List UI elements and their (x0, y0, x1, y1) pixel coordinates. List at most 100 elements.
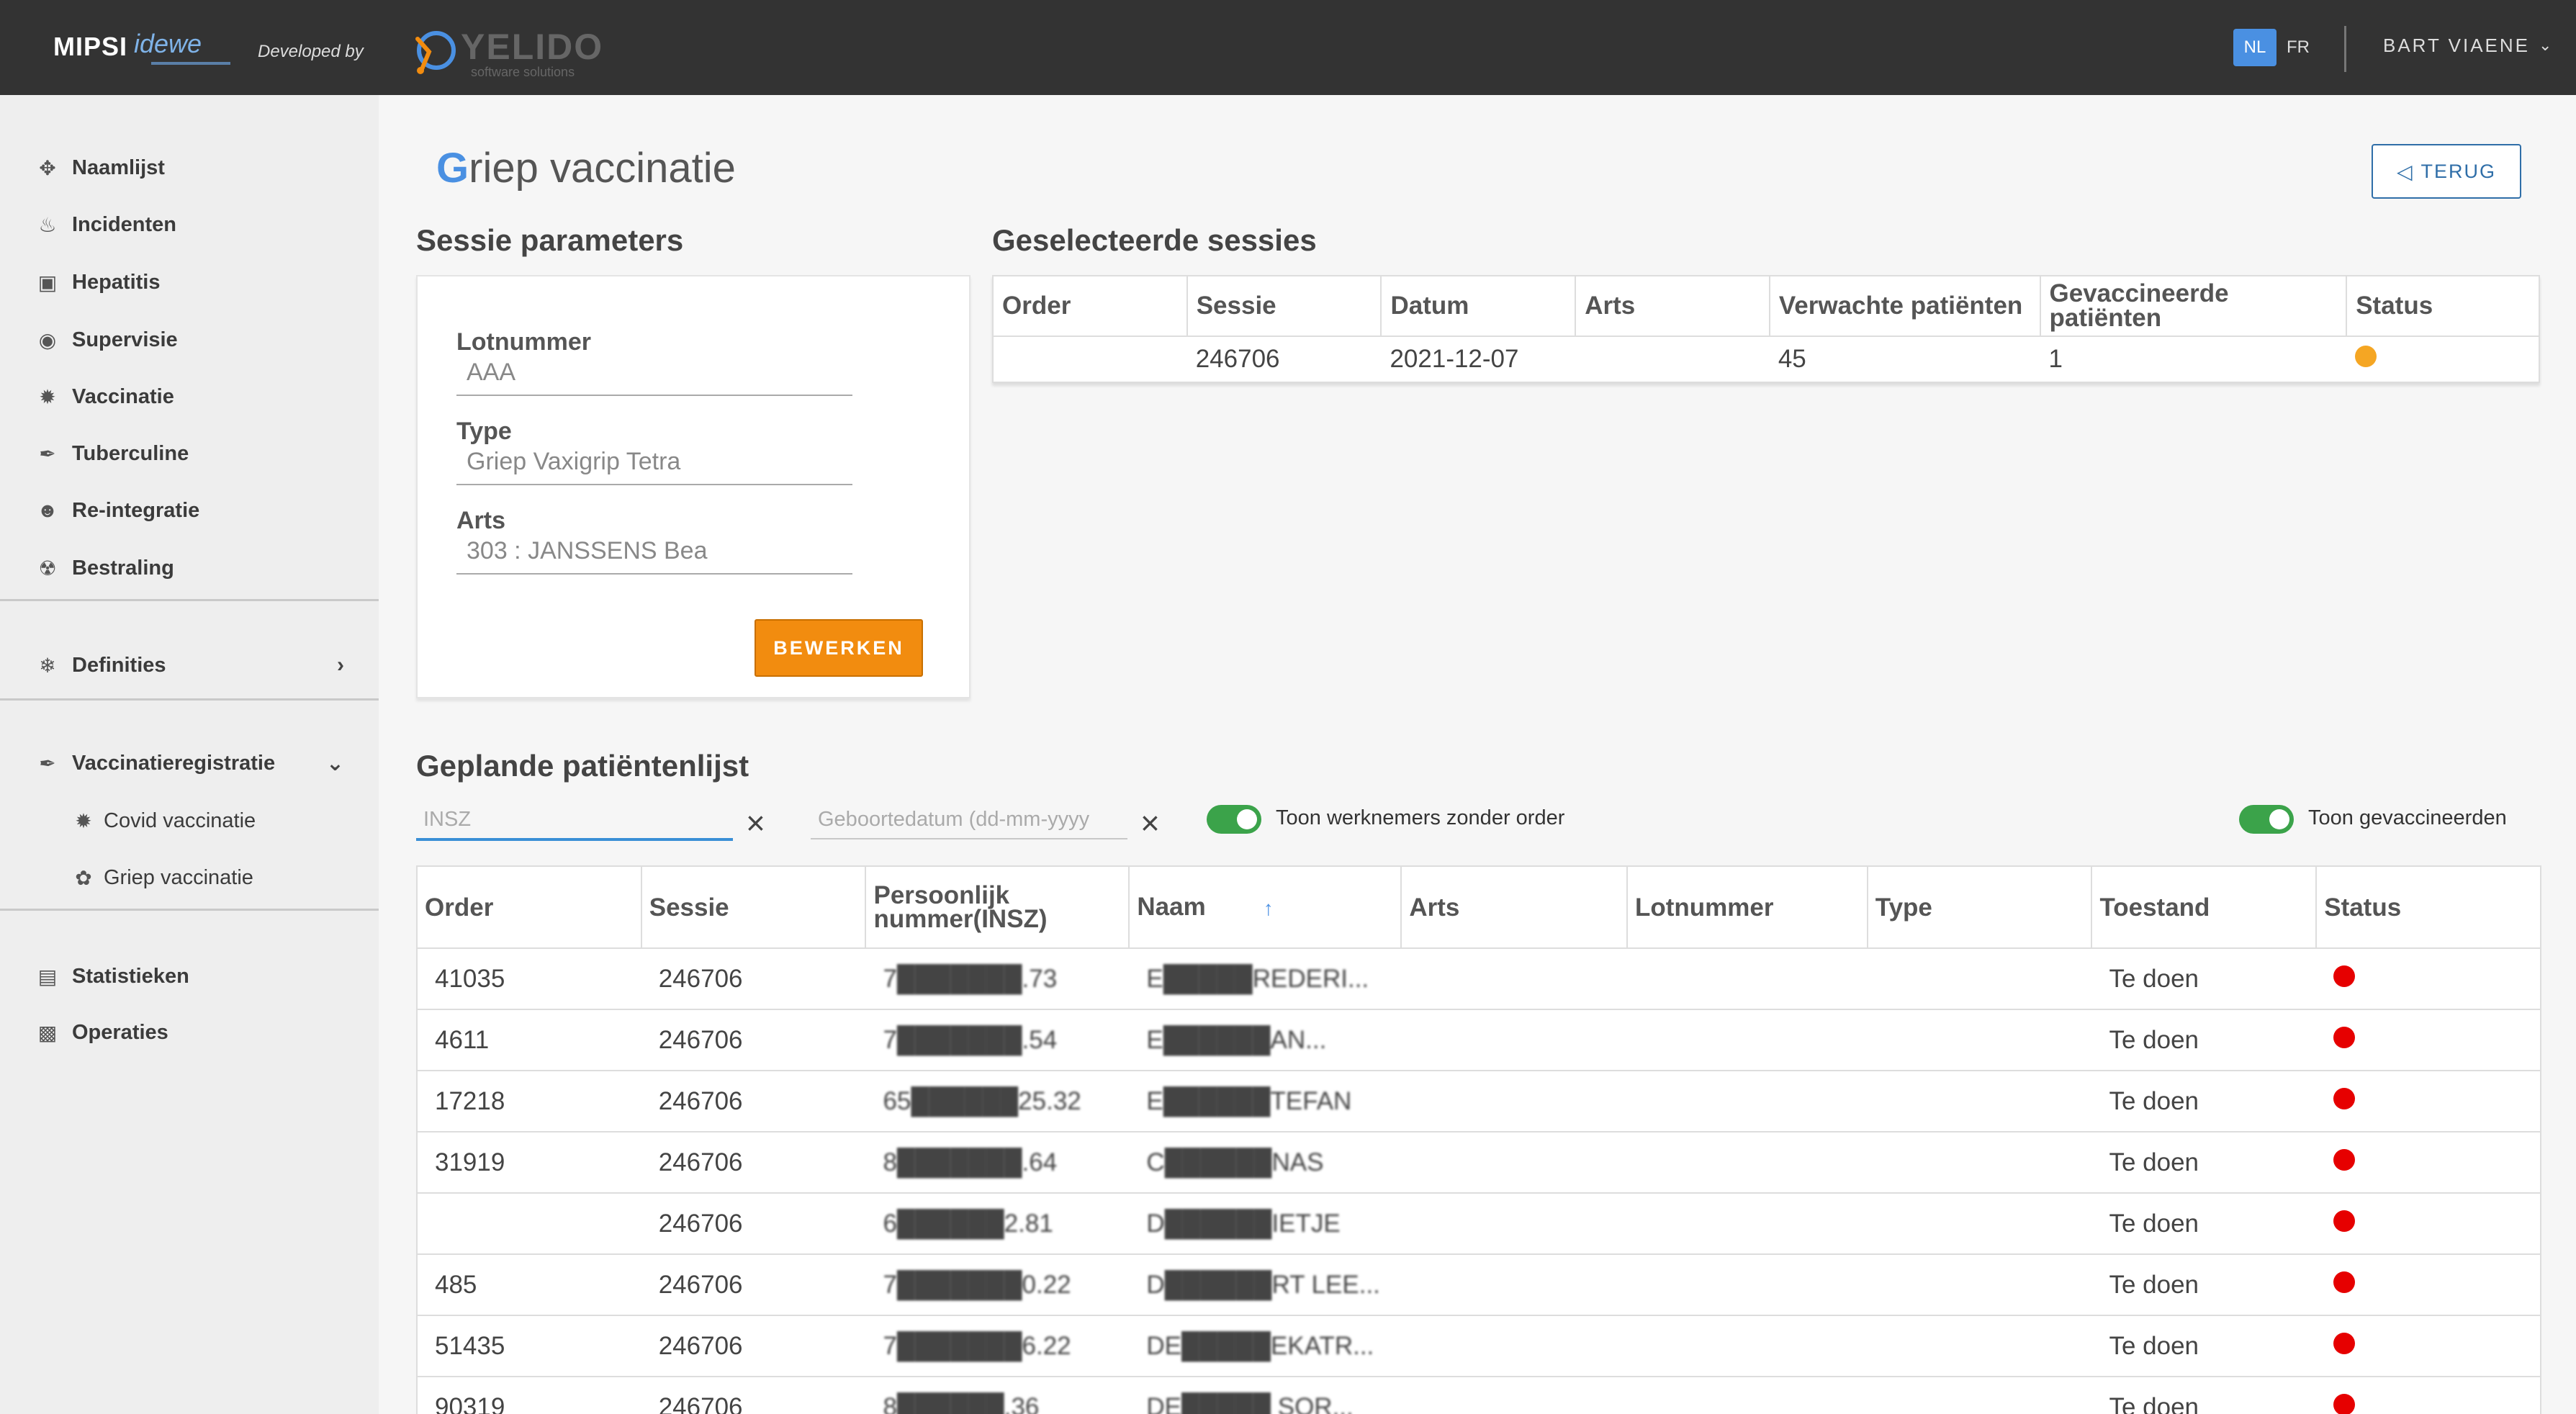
flame-icon: ♨ (38, 213, 57, 236)
sidebar-item-vaccinatieregistratie[interactable]: ✒ Vaccinatieregistratie ⌄ (35, 745, 366, 781)
sidebar-item-supervisie[interactable]: ◉ Supervisie (35, 322, 366, 358)
edit-button[interactable]: BEWERKEN (755, 619, 923, 677)
language-fr-button[interactable]: FR (2287, 29, 2310, 66)
column-header-order[interactable]: Order (993, 276, 1187, 336)
column-header-gevaccineerde-patienten[interactable]: Gevaccineerde patiënten (2039, 276, 2347, 336)
column-header-arts[interactable]: Arts (1400, 866, 1627, 948)
cell-toestand-text: Te doen (2109, 1148, 2199, 1176)
sidebar-subitem-griep-vaccinatie[interactable]: ✿ Griep vaccinatie (71, 860, 253, 896)
table-row[interactable]: 4611 246706 7███████.54 E██████AN... Te doen (417, 1009, 2541, 1071)
cell-order-text: 90319 (435, 1392, 505, 1414)
sidebar-item-naamlijst[interactable]: ✥ Naamlijst (35, 150, 366, 186)
cell-sessie: 246706 (641, 947, 866, 1009)
cell-naam: E██████TEFAN (1129, 1070, 1402, 1132)
close-icon[interactable]: × (1140, 803, 1160, 842)
cell-naam: DE█████ SOR... (1129, 1376, 1402, 1414)
table-row[interactable]: 246706 2021-12-07 45 1 (993, 336, 2539, 382)
toggle-employees-without-order[interactable] (1207, 805, 1261, 834)
cell-order (993, 336, 1187, 382)
virus-icon: ✹ (39, 385, 56, 408)
radiation-icon: ☢ (38, 557, 57, 580)
patients-table: Order Sessie Persoonlijk nummer(INSZ) Na… (416, 865, 2541, 1414)
sidebar-item-tuberculine[interactable]: ✒ Tuberculine (35, 436, 366, 472)
selected-sessions-title: Geselecteerde sessies (992, 223, 1317, 257)
table-row[interactable]: 41035 246706 7███████.73 E█████REDERI... Te … (417, 947, 2541, 1009)
header-divider (2344, 26, 2346, 72)
cell-order-text: 31919 (435, 1148, 505, 1176)
sidebar-item-definities[interactable]: ❄ Definities › (35, 647, 366, 683)
cell-arts (1401, 1376, 1627, 1414)
sidebar-subitem-covid-vaccinatie[interactable]: ✹ Covid vaccinatie (71, 803, 256, 839)
sidebar-item-bestraling[interactable]: ☢ Bestraling (35, 550, 366, 586)
mipsi-logo[interactable]: MIPSI (53, 32, 127, 62)
cell-lotnummer (1627, 1070, 1868, 1132)
cell-sessie: 246706 (641, 1192, 866, 1254)
cell-verwacht: 45 (1769, 336, 2040, 382)
cell-type (1867, 1253, 2092, 1315)
table-row[interactable]: 246706 6██████2.81 D██████IETJE Te doen (417, 1192, 2541, 1254)
cell-type (1867, 1376, 2092, 1414)
top-bar: MIPSI idewe Developed by YELIDO software… (0, 0, 2576, 95)
cell-toestand: Te doen (2091, 1192, 2317, 1254)
cell-naam-text: E█████REDERI... (1146, 964, 1369, 993)
column-header-naam[interactable]: Naam ↑ (1128, 866, 1402, 948)
column-header-status[interactable]: Status (2346, 276, 2539, 336)
language-nl-button[interactable]: NL (2233, 29, 2276, 66)
sidebar: ✥ Naamlijst ♨ Incidenten ▣ Hepatitis ◉ S… (0, 95, 379, 1414)
sidebar-item-statistieken[interactable]: ▤ Statistieken (35, 958, 366, 994)
cell-status (2316, 1131, 2541, 1193)
toggle-vaccinated[interactable] (2239, 805, 2294, 834)
cell-lotnummer (1627, 1253, 1868, 1315)
cell-toestand: Te doen (2091, 1376, 2317, 1414)
column-header-lotnummer[interactable]: Lotnummer (1626, 866, 1868, 948)
status-dot (2355, 346, 2377, 367)
idewe-logo[interactable]: idewe (134, 29, 202, 59)
sidebar-item-re-integratie[interactable]: ☻ Re-integratie (35, 492, 366, 528)
column-header-order[interactable]: Order (417, 866, 641, 948)
cell-order: 41035 (417, 947, 641, 1009)
column-header-datum[interactable]: Datum (1380, 276, 1576, 336)
type-label: Type (456, 418, 512, 445)
status-dot (2333, 1026, 2356, 1048)
cell-insz-text: 8███████.64 (883, 1148, 1058, 1176)
table-row[interactable]: 31919 246706 8███████.64 C██████NAS Te doen (417, 1131, 2541, 1193)
sidebar-item-operaties[interactable]: ▩ Operaties (35, 1014, 366, 1050)
cell-naam: DE█████EKATR... (1129, 1315, 1402, 1377)
cell-type (1867, 947, 2092, 1009)
column-header-status[interactable]: Status (2315, 866, 2541, 948)
status-dot (2333, 1087, 2356, 1109)
back-button[interactable]: ◁ TERUG (2372, 144, 2521, 199)
cell-status (2316, 1315, 2541, 1377)
cell-datum: 2021-12-07 (1381, 336, 1576, 382)
cell-naam-text: D██████RT LEE... (1146, 1270, 1380, 1299)
user-menu[interactable]: BART VIAENE (2383, 35, 2530, 57)
table-row[interactable]: 51435 246706 7███████6.22 DE█████EKATR... Te… (417, 1315, 2541, 1377)
cell-toestand: Te doen (2091, 1070, 2317, 1132)
column-header-sessie[interactable]: Sessie (1186, 276, 1382, 336)
sidebar-item-incidenten[interactable]: ♨ Incidenten (35, 207, 366, 243)
close-icon[interactable]: × (746, 803, 765, 842)
column-header-insz[interactable]: Persoonlijk nummer(INSZ) (865, 866, 1130, 948)
cell-toestand-text: Te doen (2109, 1086, 2199, 1115)
cell-naam: C██████NAS (1129, 1131, 1402, 1193)
column-header-toestand[interactable]: Toestand (2091, 866, 2317, 948)
insz-search-input[interactable]: INSZ (416, 798, 733, 841)
sidebar-item-vaccinatie[interactable]: ✹ Vaccinatie (35, 379, 366, 415)
table-row[interactable]: 90319 246706 8██████.36 DE█████ SOR... Te do… (417, 1376, 2541, 1414)
column-header-sessie[interactable]: Sessie (640, 866, 866, 948)
column-header-verwachte-patienten[interactable]: Verwachte patiënten (1768, 276, 2040, 336)
column-header-arts[interactable]: Arts (1575, 276, 1770, 336)
column-header-type[interactable]: Type (1866, 866, 2092, 948)
table-row[interactable]: 485 246706 7███████0.22 D██████RT LEE... Te … (417, 1253, 2541, 1315)
cell-order-text: 41035 (435, 964, 505, 993)
cell-order: 51435 (417, 1315, 641, 1377)
sort-ascending-icon[interactable]: ↑ (1264, 897, 1274, 919)
cell-insz-text: 7███████6.22 (883, 1331, 1071, 1360)
sidebar-item-label: Definities (72, 653, 166, 677)
table-row[interactable]: 17218 246706 65██████25.32 E██████TEFAN Te d… (417, 1070, 2541, 1132)
sidebar-item-hepatitis[interactable]: ▣ Hepatitis (35, 264, 366, 300)
chevron-down-icon[interactable]: ⌄ (2539, 36, 2552, 55)
status-dot (2333, 1393, 2356, 1414)
birthdate-search-input[interactable]: Geboortedatum (dd-mm-yyyy (811, 798, 1127, 841)
cell-naam-text: C██████NAS (1146, 1148, 1324, 1176)
